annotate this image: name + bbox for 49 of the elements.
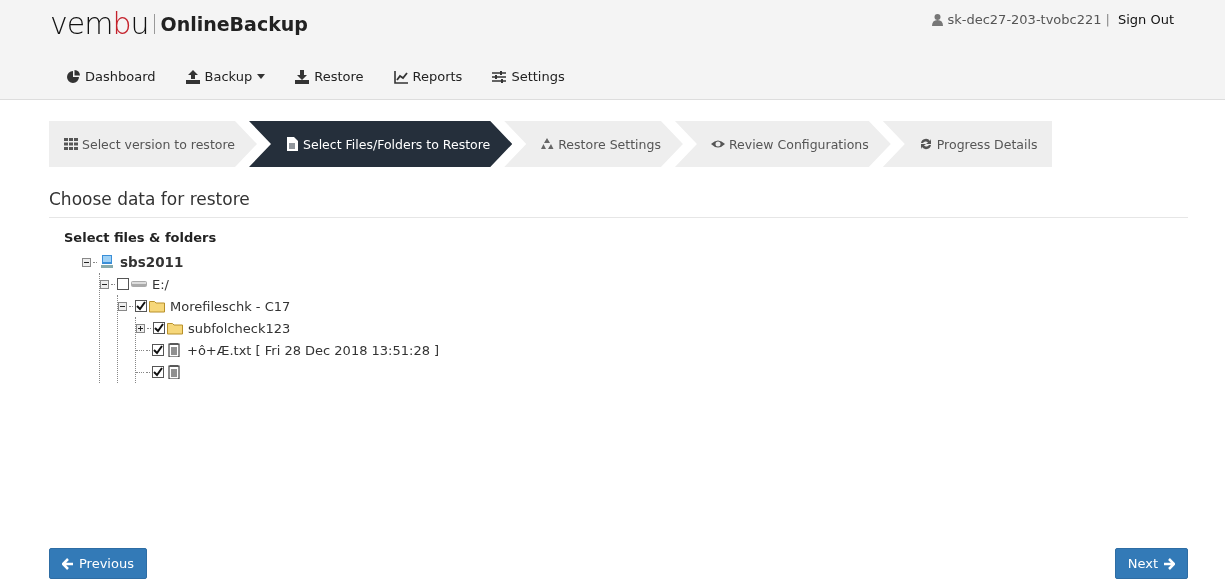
next-button[interactable]: Next (1114, 548, 1188, 579)
grid-icon (64, 137, 78, 151)
logo: vembu (50, 6, 149, 41)
arrow-left-icon (62, 557, 74, 570)
tree-item[interactable]: subfolcheck123 (188, 320, 291, 336)
wizard-step[interactable]: Review Configurations (674, 121, 891, 167)
wizard-step[interactable]: Restore Settings (504, 121, 683, 167)
collapse-icon[interactable] (118, 301, 127, 311)
wizard-step[interactable]: Select version to restore (49, 121, 257, 167)
nav-item[interactable]: Dashboard (66, 69, 156, 84)
checkbox[interactable] (152, 344, 164, 356)
nav-item[interactable]: Backup (185, 69, 266, 84)
refresh-icon (918, 137, 933, 151)
document-icon (285, 137, 299, 151)
tree-item[interactable]: Morefileschk - C17 (170, 298, 291, 314)
computer-icon (99, 255, 115, 269)
expand-icon[interactable] (136, 323, 145, 333)
pie-chart-icon (66, 69, 80, 84)
collapse-icon[interactable] (100, 279, 109, 289)
tree-item[interactable]: +ô+Æ.txt [ Fri 28 Dec 2018 13:51:28 ] (187, 342, 440, 358)
wizard-step[interactable]: Select Files/Folders to Restore (249, 121, 513, 167)
folder-icon (149, 299, 165, 313)
section-title: Choose data for restore (49, 189, 1188, 218)
previous-button[interactable]: Previous (49, 548, 147, 579)
checkbox[interactable] (152, 366, 164, 378)
notepad-icon (166, 365, 182, 379)
nav-item[interactable]: Restore (295, 69, 364, 84)
tree-item[interactable]: E:/ (152, 276, 169, 292)
checkbox[interactable] (135, 300, 147, 312)
wizard-step[interactable]: Progress Details (882, 121, 1053, 167)
checkbox[interactable] (153, 322, 165, 334)
nav-item[interactable]: Reports (393, 69, 463, 84)
tree-item[interactable]: sbs2011 (120, 254, 184, 270)
folder-icon (167, 321, 183, 335)
collapse-icon[interactable] (82, 257, 91, 267)
username: sk-dec27-203-tvobc221 (947, 12, 1102, 27)
tree-title: Select files & folders (64, 230, 218, 245)
line-chart-icon (393, 69, 408, 84)
arrow-right-icon (1163, 557, 1175, 570)
nav-item[interactable]: Settings (492, 69, 565, 84)
separator: | (1105, 12, 1110, 27)
sign-out-link[interactable]: Sign Out (1117, 12, 1174, 27)
download-icon (295, 69, 310, 84)
notepad-icon (166, 343, 182, 357)
product-name: OnlineBackup (160, 12, 308, 35)
upload-icon (185, 69, 200, 84)
user-icon (932, 13, 944, 26)
sliders-icon (492, 69, 507, 84)
checkbox[interactable] (117, 278, 129, 290)
